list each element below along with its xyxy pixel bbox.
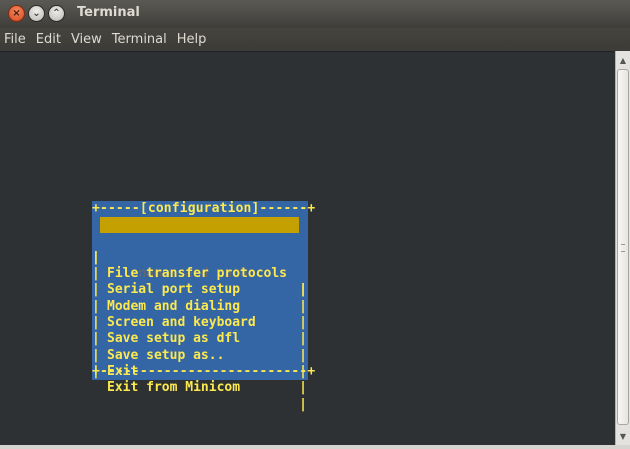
menu-row-serial-port[interactable]: | Serial port setup | bbox=[92, 250, 308, 314]
maximize-icon: ⌃ bbox=[52, 7, 61, 19]
selection-highlight bbox=[100, 217, 299, 234]
menu-row-filenames[interactable]: | Filenames and paths | bbox=[92, 217, 308, 297]
minicom-config-dialog: +-----[configuration]------+ | Filenames… bbox=[92, 201, 316, 412]
minimize-icon: ⌄ bbox=[32, 7, 41, 19]
menu-terminal[interactable]: Terminal bbox=[107, 32, 172, 47]
title-bar[interactable]: × ⌄ ⌃ Terminal bbox=[0, 0, 630, 28]
menu-row-modem[interactable]: | Modem and dialing | bbox=[92, 266, 308, 330]
dialog-side-right: | bbox=[299, 396, 307, 412]
menu-row-exit-minicom[interactable]: | Exit from Minicom | bbox=[92, 348, 308, 412]
terminal-window: × ⌄ ⌃ Terminal File Edit View Terminal H… bbox=[0, 0, 630, 449]
window-bottom-edge bbox=[0, 445, 630, 449]
dialog-bottom-border: +--------------------------+ bbox=[92, 364, 316, 379]
menu-view[interactable]: View bbox=[66, 32, 107, 47]
scroll-down-icon[interactable]: ▼ bbox=[616, 429, 630, 443]
menu-bar: File Edit View Terminal Help bbox=[0, 28, 630, 51]
grip-icon bbox=[621, 244, 625, 252]
close-icon: × bbox=[12, 7, 21, 19]
scroll-up-icon[interactable]: ▲ bbox=[616, 53, 630, 67]
menu-help[interactable]: Help bbox=[172, 32, 212, 47]
menu-row-exit[interactable]: | Exit | bbox=[92, 331, 308, 396]
scrollbar-thumb[interactable] bbox=[617, 69, 629, 425]
menu-row-screen-keyboard[interactable]: | Screen and keyboard | bbox=[92, 283, 308, 347]
vertical-scrollbar[interactable]: ▲ ▼ bbox=[615, 51, 630, 445]
dialog-top-border: +-----[configuration]------+ bbox=[92, 201, 316, 216]
terminal-screen[interactable]: +-----[configuration]------+ | Filenames… bbox=[0, 51, 615, 446]
maximize-button[interactable]: ⌃ bbox=[48, 5, 65, 22]
menu-edit[interactable]: Edit bbox=[31, 32, 66, 47]
menu-item-label: Exit from Minicom bbox=[107, 380, 241, 396]
menu-row-save-as[interactable]: | Save setup as.. | bbox=[92, 315, 308, 379]
menu-row-save-dfl[interactable]: | Save setup as dfl | bbox=[92, 299, 308, 363]
minimize-button[interactable]: ⌄ bbox=[28, 5, 45, 22]
dialog-side-right: | bbox=[299, 380, 307, 396]
close-button[interactable]: × bbox=[8, 5, 25, 22]
window-title: Terminal bbox=[77, 5, 140, 20]
menu-file[interactable]: File bbox=[0, 32, 31, 47]
menu-row-file-transfer[interactable]: | File transfer protocols | bbox=[92, 234, 308, 298]
